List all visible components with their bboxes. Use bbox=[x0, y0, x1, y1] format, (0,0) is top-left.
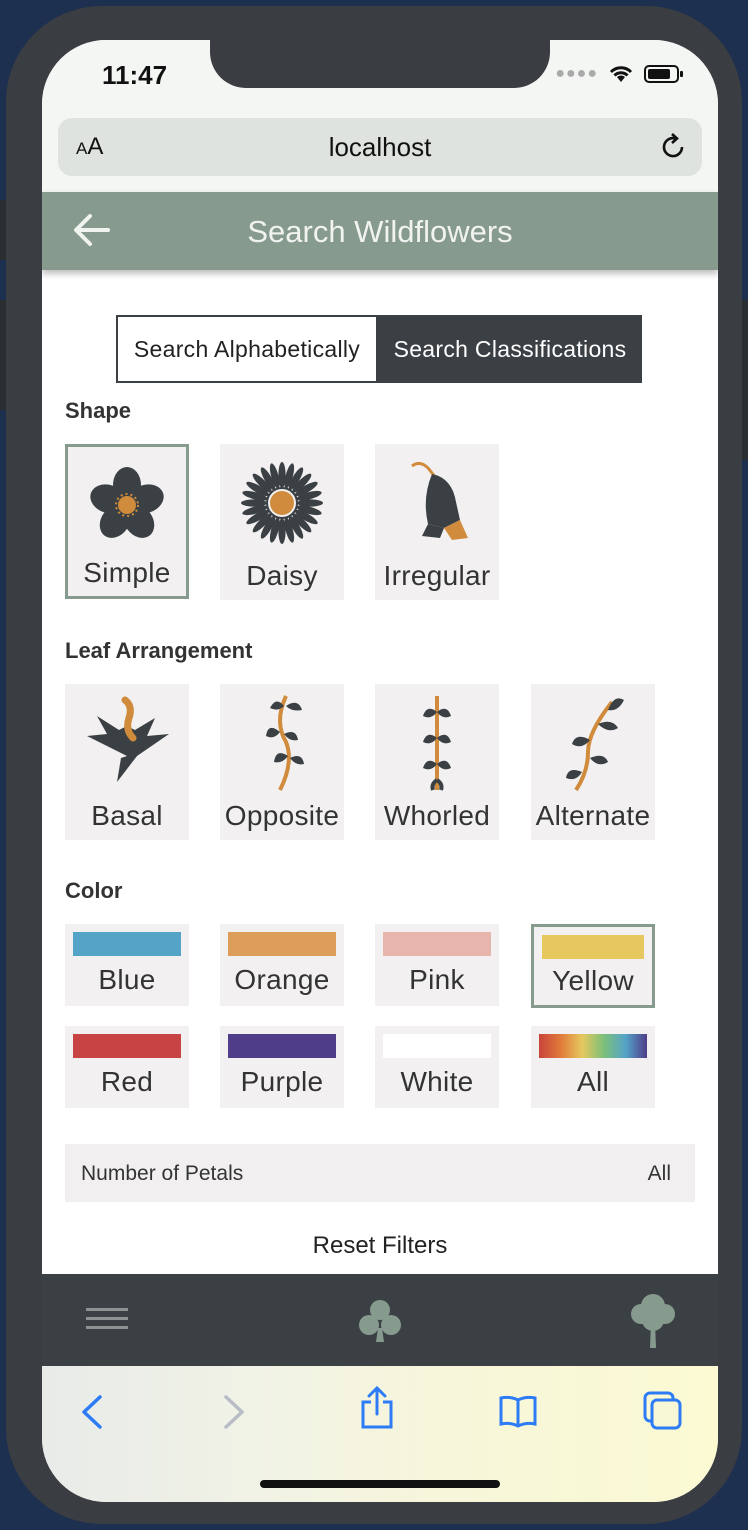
color-swatch bbox=[228, 932, 336, 956]
share-icon[interactable] bbox=[358, 1386, 396, 1430]
signal-icon: ●●●● bbox=[555, 65, 598, 82]
color-label: Yellow bbox=[552, 965, 634, 996]
app-tab-bar bbox=[42, 1274, 718, 1366]
reset-filters-button[interactable]: Reset Filters bbox=[42, 1232, 718, 1260]
color-swatch bbox=[73, 932, 181, 956]
shape-tile-simple[interactable]: Simple bbox=[65, 444, 189, 599]
color-tile-pink[interactable]: Pink bbox=[375, 924, 499, 1006]
side-button-right bbox=[742, 300, 748, 460]
back-icon[interactable] bbox=[80, 1394, 104, 1430]
color-tile-orange[interactable]: Orange bbox=[220, 924, 344, 1006]
reload-icon[interactable] bbox=[658, 132, 688, 162]
phone-screen: 11:47 ●●●● AA localhost Search Wildflowe… bbox=[42, 40, 718, 1502]
color-label: Purple bbox=[240, 1066, 324, 1097]
color-swatch bbox=[539, 1034, 647, 1058]
leaf-tile-whorled[interactable]: Whorled bbox=[375, 684, 499, 840]
status-icons: ●●●● bbox=[555, 64, 684, 84]
color-heading: Color bbox=[65, 878, 123, 903]
basal-leaf-icon bbox=[87, 696, 169, 782]
color-swatch bbox=[383, 1034, 491, 1058]
color-label: Pink bbox=[409, 964, 465, 995]
color-tile-all[interactable]: All bbox=[531, 1026, 655, 1108]
flower-icon[interactable] bbox=[358, 1298, 402, 1342]
simple-flower-icon bbox=[90, 467, 164, 538]
alternate-leaf-icon bbox=[566, 698, 624, 792]
search-alphabetically-button[interactable]: Search Alphabetically bbox=[116, 315, 378, 383]
address-bar[interactable]: AA localhost bbox=[58, 118, 702, 176]
leaf-tile-alternate[interactable]: Alternate bbox=[531, 684, 655, 840]
wifi-icon bbox=[609, 66, 633, 82]
color-label: Red bbox=[100, 1066, 154, 1097]
color-tile-white[interactable]: White bbox=[375, 1026, 499, 1108]
app-header: Search Wildflowers bbox=[42, 192, 718, 270]
page-title: Search Wildflowers bbox=[247, 214, 513, 249]
petals-value: All bbox=[647, 1162, 671, 1185]
search-classifications-button[interactable]: Search Classifications bbox=[378, 315, 642, 383]
whorled-leaf-icon bbox=[423, 696, 451, 791]
leaf-label: Basal bbox=[91, 800, 163, 831]
daisy-flower-icon bbox=[241, 462, 323, 544]
shape-heading: Shape bbox=[65, 398, 132, 423]
color-swatch bbox=[228, 1034, 336, 1058]
color-label: All bbox=[576, 1066, 610, 1097]
irregular-flower-icon bbox=[411, 461, 468, 540]
color-swatch bbox=[542, 935, 644, 959]
color-tile-red[interactable]: Red bbox=[65, 1026, 189, 1108]
opposite-leaf-icon bbox=[266, 695, 304, 791]
leaf-label: Alternate bbox=[535, 800, 651, 831]
browser-top: 11:47 ●●●● AA localhost bbox=[42, 40, 718, 192]
color-label: White bbox=[400, 1066, 474, 1097]
battery-icon bbox=[644, 65, 683, 83]
color-tile-purple[interactable]: Purple bbox=[220, 1026, 344, 1108]
number-of-petals-selector[interactable]: Number of Petals All bbox=[65, 1144, 695, 1202]
status-time: 11:47 bbox=[102, 60, 168, 90]
notch bbox=[210, 40, 550, 88]
tree-icon[interactable] bbox=[630, 1292, 676, 1348]
phone-bezel: 11:47 ●●●● AA localhost Search Wildflowe… bbox=[6, 6, 742, 1524]
petals-label: Number of Petals bbox=[81, 1162, 244, 1185]
forward-icon[interactable] bbox=[222, 1394, 246, 1430]
leaf-label: Whorled bbox=[383, 800, 491, 831]
shape-label: Simple bbox=[83, 557, 171, 588]
color-tile-yellow[interactable]: Yellow bbox=[531, 924, 655, 1008]
search-mode-toggle: Search Alphabetically Search Classificat… bbox=[116, 315, 642, 383]
shape-tile-irregular[interactable]: Irregular bbox=[375, 444, 499, 600]
shape-label: Daisy bbox=[246, 560, 318, 591]
color-swatch bbox=[73, 1034, 181, 1058]
home-indicator bbox=[260, 1480, 500, 1488]
leaf-arrangement-heading: Leaf Arrangement bbox=[65, 638, 253, 663]
shape-tile-daisy[interactable]: Daisy bbox=[220, 444, 344, 600]
leaf-label: Opposite bbox=[224, 800, 340, 831]
color-label: Blue bbox=[98, 964, 156, 995]
menu-icon[interactable] bbox=[86, 1306, 128, 1332]
url-text[interactable]: localhost bbox=[58, 132, 702, 163]
book-icon[interactable] bbox=[498, 1394, 538, 1428]
color-label: Orange bbox=[234, 964, 330, 995]
leaf-tile-opposite[interactable]: Opposite bbox=[220, 684, 344, 840]
color-tile-blue[interactable]: Blue bbox=[65, 924, 189, 1006]
color-swatch bbox=[383, 932, 491, 956]
tabs-icon[interactable] bbox=[642, 1390, 684, 1432]
leaf-tile-basal[interactable]: Basal bbox=[65, 684, 189, 840]
shape-label: Irregular bbox=[383, 560, 491, 591]
